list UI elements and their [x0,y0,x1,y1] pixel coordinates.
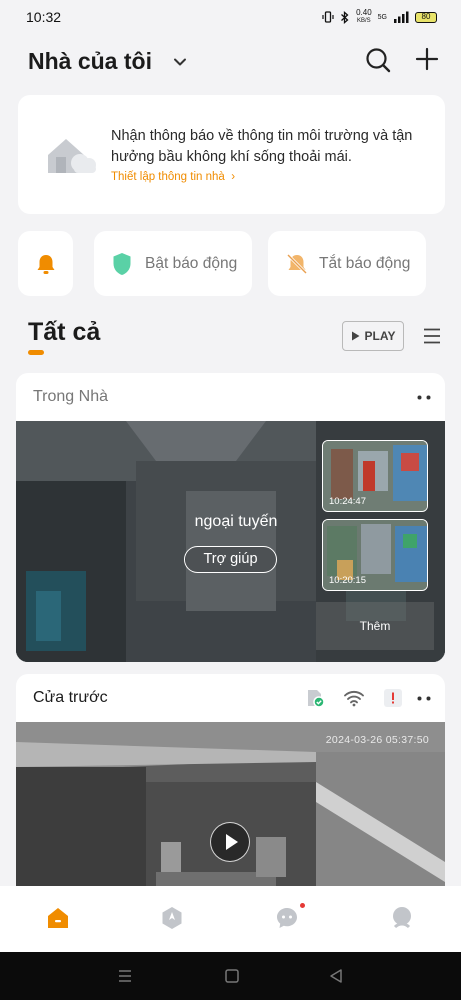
event-thumbnail[interactable]: 10:20:15 [322,519,428,591]
home-info-text: Nhận thông báo về thông tin môi trường v… [111,128,413,165]
bottom-tab-bar [0,886,461,952]
play-button[interactable]: PLAY [342,321,404,351]
help-button[interactable]: Trợ giúp [184,546,277,573]
bell-off-icon [286,253,308,275]
play-video-button[interactable] [210,822,250,862]
camera-status: ngoại tuyến [194,513,278,530]
network-type: 5G [377,13,387,21]
tab-indicator [28,350,44,355]
home-icon[interactable] [46,906,70,930]
alert-badge-icon [384,689,402,707]
header: Nhà của tôi [0,34,461,90]
chevron-right-icon: › [231,171,236,183]
more-options-icon[interactable] [417,395,431,400]
section-header: Tất cả PLAY [0,312,461,362]
recent-apps-icon[interactable] [117,968,133,984]
notification-dot [300,903,305,908]
back-icon[interactable] [328,968,344,984]
home-selector[interactable]: Nhà của tôi [28,48,152,75]
alert-bell-button[interactable] [18,231,73,296]
chevron-down-icon[interactable] [172,54,188,70]
compass-icon[interactable] [160,906,184,930]
tab-all[interactable]: Tất cả [28,318,100,347]
home-nav-icon[interactable] [224,968,240,984]
home-weather-icon [48,139,96,173]
home-info-link[interactable]: Thiết lập thông tin nhà › [111,171,235,183]
profile-icon[interactable] [390,906,414,930]
sd-card-ok-icon [308,690,325,708]
system-nav-bar [0,952,461,1000]
chat-icon[interactable] [275,906,299,930]
home-info-card[interactable]: Nhận thông báo về thông tin môi trường v… [18,95,445,214]
status-time: 10:32 [26,9,62,25]
shield-icon [113,253,131,275]
arm-alarm-label: Bật báo động [145,255,238,272]
camera-card[interactable]: Cửa trước 2024-03-26 05:37:50 [16,674,445,914]
signal-icon [394,11,409,23]
arm-alarm-button[interactable]: Bật báo động [94,231,252,296]
event-thumbnail[interactable]: 10:24:47 [322,440,428,512]
camera-status-icons [305,688,403,708]
camera-preview[interactable]: ngoại tuyến Trợ giúp 10:24:47 10:20:15 T… [16,421,445,662]
more-events-button[interactable]: Thêm [316,602,434,650]
wifi-icon [344,691,364,707]
play-icon [226,834,238,850]
hamburger-icon[interactable] [423,327,441,345]
vibrate-icon [322,11,334,23]
more-options-icon[interactable] [417,696,431,701]
status-bar: 10:32 0.40 KB/S 5G 80 [0,0,461,34]
camera-timestamp: 2024-03-26 05:37:50 [325,734,429,746]
bluetooth-icon [341,10,349,24]
status-icons: 0.40 KB/S 5G 80 [322,9,437,25]
search-icon[interactable] [364,46,392,74]
bell-icon [37,255,55,274]
camera-name: Cửa trước [33,689,108,706]
camera-name: Trong Nhà [33,388,108,405]
network-speed: 0.40 KB/S [356,8,372,25]
disarm-alarm-label: Tắt báo động [319,255,411,272]
thumbnail-time: 10:20:15 [329,575,366,586]
play-icon [351,331,360,341]
plus-icon[interactable] [414,46,440,72]
battery-icon: 80 [415,11,437,23]
thumbnail-time: 10:24:47 [329,496,366,507]
disarm-alarm-button[interactable]: Tắt báo động [268,231,426,296]
camera-card[interactable]: Trong Nhà ngoại tuyến Trợ giúp 10:24:47 … [16,373,445,662]
